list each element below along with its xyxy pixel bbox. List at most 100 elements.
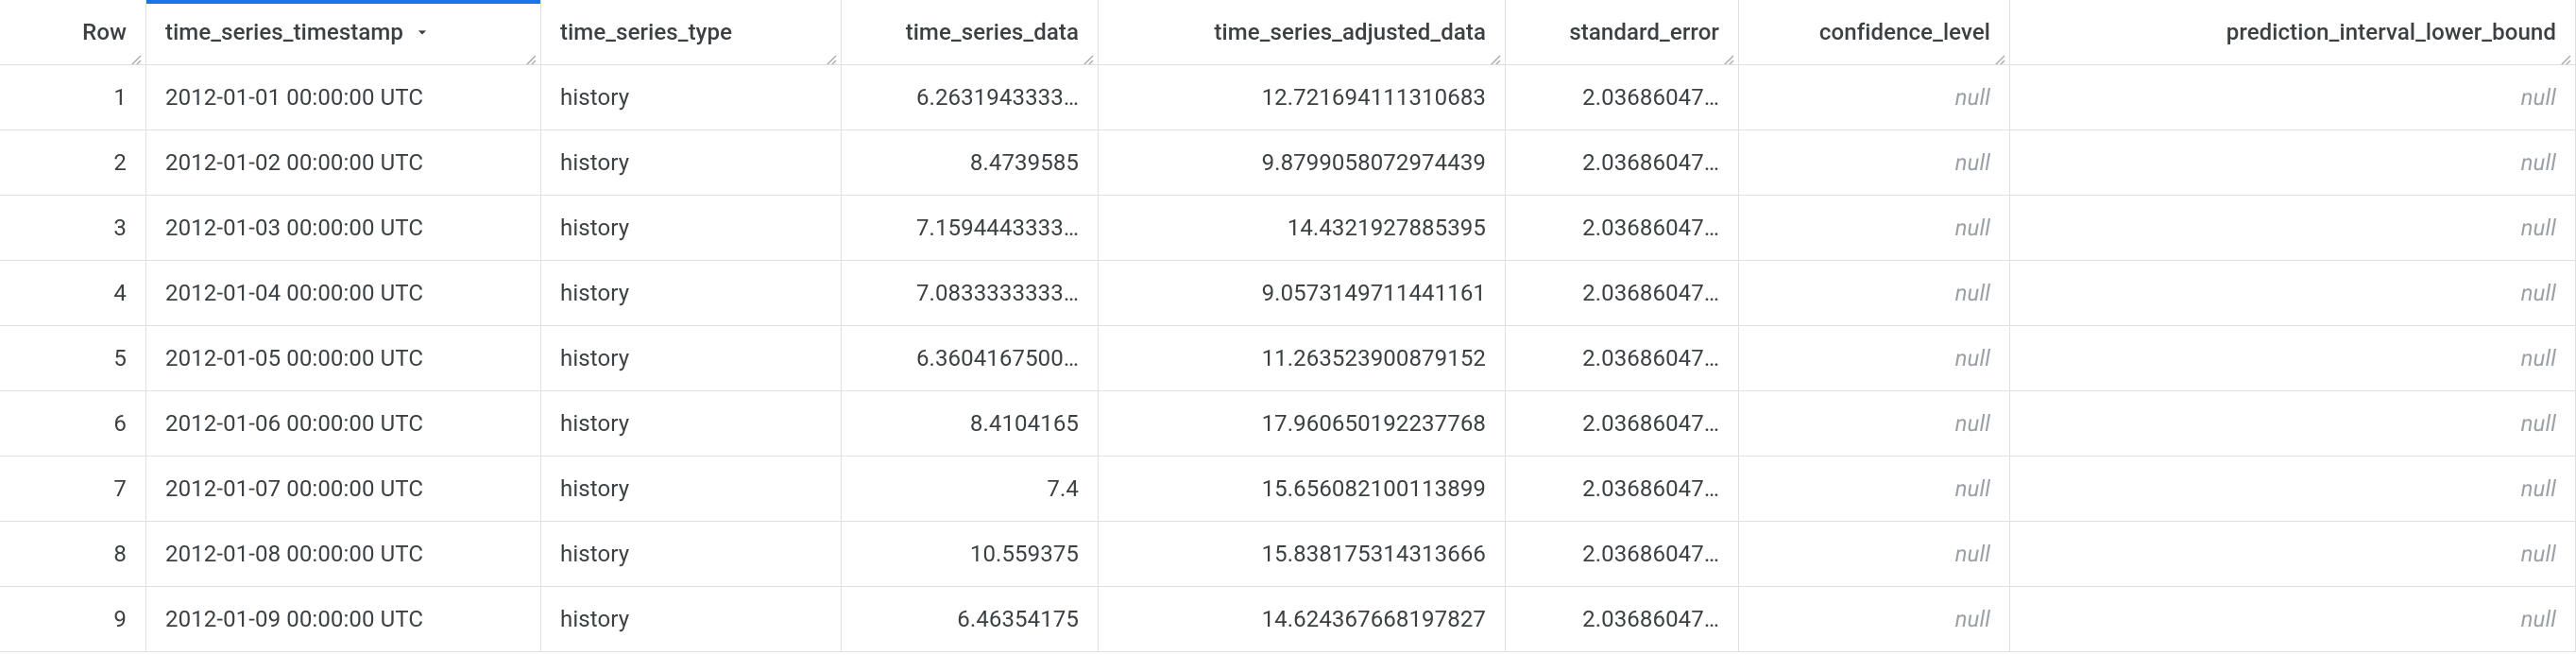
cell-value: 2.03686047… (1582, 541, 1719, 567)
cell-pilb[interactable]: null (2010, 457, 2576, 522)
cell-cl[interactable]: null (1739, 196, 2010, 261)
cell-cl[interactable]: null (1739, 326, 2010, 391)
cell-type[interactable]: history (541, 196, 842, 261)
cell-cl[interactable]: null (1739, 522, 2010, 587)
cell-cl[interactable]: null (1739, 587, 2010, 652)
cell-se[interactable]: 2.03686047… (1506, 522, 1739, 587)
cell-se[interactable]: 2.03686047… (1506, 261, 1739, 326)
cell-se[interactable]: 2.03686047… (1506, 130, 1739, 196)
cell-adj[interactable]: 14.624367668197827 (1099, 587, 1506, 652)
cell-value: 1 (113, 84, 127, 111)
cell-ts[interactable]: 2012-01-08 00:00:00 UTC (146, 522, 541, 587)
cell-adj[interactable]: 15.656082100113899 (1099, 457, 1506, 522)
cell-se[interactable]: 2.03686047… (1506, 196, 1739, 261)
cell-row[interactable]: 8 (0, 522, 146, 587)
cell-cl[interactable]: null (1739, 65, 2010, 130)
cell-cl[interactable]: null (1739, 261, 2010, 326)
column-resize-handle-icon[interactable] (1081, 47, 1096, 62)
cell-row[interactable]: 1 (0, 65, 146, 130)
cell-pilb[interactable]: null (2010, 65, 2576, 130)
cell-se[interactable]: 2.03686047… (1506, 587, 1739, 652)
column-resize-handle-icon[interactable] (1992, 47, 2007, 62)
cell-data[interactable]: 8.4104165 (842, 391, 1099, 457)
cell-value: 8.4104165 (970, 410, 1079, 437)
cell-ts[interactable]: 2012-01-09 00:00:00 UTC (146, 587, 541, 652)
cell-pilb[interactable]: null (2010, 522, 2576, 587)
cell-pilb[interactable]: null (2010, 391, 2576, 457)
cell-se[interactable]: 2.03686047… (1506, 326, 1739, 391)
cell-data[interactable]: 10.559375 (842, 522, 1099, 587)
cell-type[interactable]: history (541, 391, 842, 457)
cell-adj[interactable]: 11.263523900879152 (1099, 326, 1506, 391)
column-header-label: time_series_adjusted_data (1214, 19, 1486, 45)
cell-row[interactable]: 2 (0, 130, 146, 196)
cell-pilb[interactable]: null (2010, 261, 2576, 326)
cell-type[interactable]: history (541, 587, 842, 652)
cell-type[interactable]: history (541, 261, 842, 326)
cell-ts[interactable]: 2012-01-01 00:00:00 UTC (146, 65, 541, 130)
cell-row[interactable]: 7 (0, 457, 146, 522)
cell-adj[interactable]: 9.0573149711441161 (1099, 261, 1506, 326)
column-resize-handle-icon[interactable] (523, 47, 538, 62)
cell-se[interactable]: 2.03686047… (1506, 457, 1739, 522)
column-header-pilb[interactable]: prediction_interval_lower_bound (2010, 0, 2576, 65)
cell-data[interactable]: 7.1594443333… (842, 196, 1099, 261)
column-resize-handle-icon[interactable] (128, 47, 144, 62)
column-header-adj[interactable]: time_series_adjusted_data (1099, 0, 1506, 65)
column-resize-handle-icon[interactable] (2558, 47, 2573, 62)
cell-adj[interactable]: 9.8799058072974439 (1099, 130, 1506, 196)
cell-cl[interactable]: null (1739, 457, 2010, 522)
cell-value: history (560, 84, 629, 111)
cell-ts[interactable]: 2012-01-04 00:00:00 UTC (146, 261, 541, 326)
cell-se[interactable]: 2.03686047… (1506, 391, 1739, 457)
column-resize-handle-icon[interactable] (1488, 47, 1503, 62)
cell-ts[interactable]: 2012-01-06 00:00:00 UTC (146, 391, 541, 457)
cell-type[interactable]: history (541, 457, 842, 522)
cell-type[interactable]: history (541, 130, 842, 196)
cell-type[interactable]: history (541, 65, 842, 130)
column-header-se[interactable]: standard_error (1506, 0, 1739, 65)
cell-ts[interactable]: 2012-01-02 00:00:00 UTC (146, 130, 541, 196)
cell-row[interactable]: 9 (0, 587, 146, 652)
cell-data[interactable]: 7.4 (842, 457, 1099, 522)
cell-row[interactable]: 4 (0, 261, 146, 326)
cell-value: 14.624367668197827 (1262, 606, 1486, 632)
cell-pilb[interactable]: null (2010, 587, 2576, 652)
column-header-data[interactable]: time_series_data (842, 0, 1099, 65)
cell-adj[interactable]: 14.4321927885395 (1099, 196, 1506, 261)
cell-adj[interactable]: 15.838175314313666 (1099, 522, 1506, 587)
cell-data[interactable]: 8.4739585 (842, 130, 1099, 196)
column-resize-handle-icon[interactable] (824, 47, 839, 62)
cell-row[interactable]: 5 (0, 326, 146, 391)
cell-value: 6.2631943333… (916, 84, 1079, 111)
column-header-cl[interactable]: confidence_level (1739, 0, 2010, 65)
cell-row[interactable]: 6 (0, 391, 146, 457)
cell-data[interactable]: 6.3604167500… (842, 326, 1099, 391)
cell-data[interactable]: 6.46354175 (842, 587, 1099, 652)
cell-value: null (1955, 410, 1990, 437)
column-resize-handle-icon[interactable] (1721, 47, 1736, 62)
cell-value: history (560, 606, 629, 632)
cell-adj[interactable]: 12.721694111310683 (1099, 65, 1506, 130)
cell-type[interactable]: history (541, 522, 842, 587)
cell-data[interactable]: 7.0833333333… (842, 261, 1099, 326)
cell-cl[interactable]: null (1739, 391, 2010, 457)
cell-value: 2012-01-08 00:00:00 UTC (165, 541, 423, 567)
cell-pilb[interactable]: null (2010, 326, 2576, 391)
cell-data[interactable]: 6.2631943333… (842, 65, 1099, 130)
cell-ts[interactable]: 2012-01-05 00:00:00 UTC (146, 326, 541, 391)
column-header-row[interactable]: Row (0, 0, 146, 65)
cell-ts[interactable]: 2012-01-07 00:00:00 UTC (146, 457, 541, 522)
cell-type[interactable]: history (541, 326, 842, 391)
cell-pilb[interactable]: null (2010, 196, 2576, 261)
cell-pilb[interactable]: null (2010, 130, 2576, 196)
cell-cl[interactable]: null (1739, 130, 2010, 196)
column-header-type[interactable]: time_series_type (541, 0, 842, 65)
cell-adj[interactable]: 17.960650192237768 (1099, 391, 1506, 457)
cell-ts[interactable]: 2012-01-03 00:00:00 UTC (146, 196, 541, 261)
cell-se[interactable]: 2.03686047… (1506, 65, 1739, 130)
cell-row[interactable]: 3 (0, 196, 146, 261)
cell-value: null (1955, 606, 1990, 632)
cell-value: history (560, 410, 629, 437)
column-header-ts[interactable]: time_series_timestamp (146, 0, 541, 65)
